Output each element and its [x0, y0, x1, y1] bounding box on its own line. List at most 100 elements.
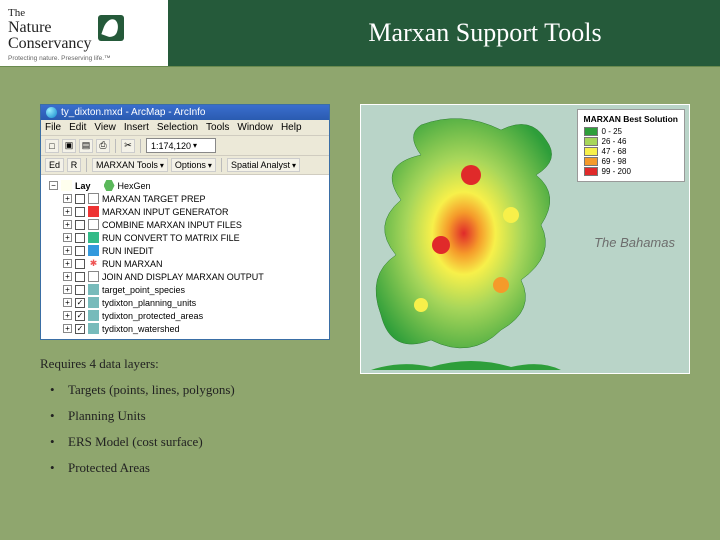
toc-tool-item[interactable]: + RUN CONVERT TO MATRIX FILE [43, 231, 327, 244]
marxan-tools-dropdown[interactable]: MARXAN Tools [92, 158, 168, 172]
toc-layer-item[interactable]: + target_point_species [43, 283, 327, 296]
req-item: Protected Areas [46, 460, 330, 476]
toc-item-label: JOIN AND DISPLAY MARXAN OUTPUT [102, 272, 264, 282]
plus-icon[interactable]: + [63, 311, 72, 320]
plus-icon[interactable]: + [63, 259, 72, 268]
minus-icon[interactable]: − [49, 181, 58, 190]
toc-tool-item[interactable]: +✱RUN MARXAN [43, 257, 327, 270]
cut-button[interactable]: ✂ [121, 139, 135, 153]
save-button[interactable]: ▤ [79, 139, 93, 153]
globe-icon [46, 107, 57, 118]
toc-layer-label: tydixton_watershed [102, 324, 180, 334]
checkbox[interactable] [75, 272, 85, 282]
open-button[interactable]: ▣ [62, 139, 76, 153]
checkbox[interactable] [75, 246, 85, 256]
legend-row: 0 - 25 [584, 127, 678, 136]
arcmap-window: ty_dixton.mxd - ArcMap - ArcInfo File Ed… [40, 104, 330, 340]
toc-layer-label: tydixton_protected_areas [102, 311, 203, 321]
checkbox[interactable] [75, 233, 85, 243]
layer-icon [88, 297, 99, 308]
plus-icon[interactable]: + [63, 324, 72, 333]
legend-swatch [584, 137, 598, 146]
legend-row: 69 - 98 [584, 157, 678, 166]
plus-icon[interactable]: + [63, 272, 72, 281]
arcmap-titlebar[interactable]: ty_dixton.mxd - ArcMap - ArcInfo [41, 105, 329, 120]
layers-icon [61, 180, 72, 191]
toc-layer-item[interactable]: + tydixton_protected_areas [43, 309, 327, 322]
toc-item-label: RUN CONVERT TO MATRIX FILE [102, 233, 240, 243]
legend-swatch [584, 147, 598, 156]
menu-edit[interactable]: Edit [69, 122, 86, 133]
toc-tool-item[interactable]: +MARXAN TARGET PREP [43, 192, 327, 205]
requirements-block: Requires 4 data layers: Targets (points,… [40, 356, 330, 476]
options-dropdown[interactable]: Options [171, 158, 216, 172]
menu-selection[interactable]: Selection [157, 122, 198, 133]
editor-button[interactable]: Ed [45, 158, 64, 172]
toc-tool-item[interactable]: + MARXAN INPUT GENERATOR [43, 205, 327, 218]
legend-range: 69 - 98 [602, 157, 627, 166]
checkbox[interactable] [75, 220, 85, 230]
plus-icon[interactable]: + [63, 298, 72, 307]
checkbox[interactable] [75, 298, 85, 308]
spatial-analyst-dropdown[interactable]: Spatial Analyst [227, 158, 300, 172]
doc-icon [88, 193, 99, 204]
checkbox[interactable] [75, 311, 85, 321]
hexgen-label[interactable]: HexGen [118, 181, 151, 191]
slide-header: The Nature Conservancy Protecting nature… [0, 0, 720, 66]
plus-icon[interactable]: + [63, 194, 72, 203]
scale-dropdown[interactable]: 1:174,120 [146, 138, 216, 153]
toc-tool-item[interactable]: + RUN INEDIT [43, 244, 327, 257]
plus-icon[interactable]: + [63, 207, 72, 216]
requirements-heading: Requires 4 data layers: [40, 356, 330, 372]
plus-icon[interactable]: + [63, 233, 72, 242]
toc-root-label: Lay [75, 181, 91, 191]
toc-layer-item[interactable]: + tydixton_watershed [43, 322, 327, 335]
print-button[interactable]: ⎙ [96, 139, 110, 153]
checkbox[interactable] [75, 194, 85, 204]
menu-window[interactable]: Window [237, 122, 273, 133]
checkbox[interactable] [75, 285, 85, 295]
legend-row: 47 - 68 [584, 147, 678, 156]
toc-tool-item[interactable]: + JOIN AND DISPLAY MARXAN OUTPUT [43, 270, 327, 283]
doc-icon [88, 219, 99, 230]
arcmap-window-title: ty_dixton.mxd - ArcMap - ArcInfo [61, 107, 206, 118]
toc-tool-item[interactable]: + COMBINE MARXAN INPUT FILES [43, 218, 327, 231]
toc-item-label: RUN INEDIT [102, 246, 154, 256]
toc-item-label: COMBINE MARXAN INPUT FILES [102, 220, 242, 230]
toc-layer-label: tydixton_planning_units [102, 298, 196, 308]
logo-word-nature: Nature [8, 19, 52, 36]
toolbar-separator [86, 158, 87, 172]
toc-layer-label: target_point_species [102, 285, 185, 295]
legend-range: 99 - 200 [602, 167, 631, 176]
arcmap-toc: − Lay HexGen +MARXAN TARGET PREP+MARXAN … [41, 175, 329, 339]
checkbox[interactable] [75, 259, 85, 269]
checkbox[interactable] [75, 324, 85, 334]
toolbar-separator [140, 139, 141, 153]
plus-icon[interactable]: + [63, 285, 72, 294]
layer-icon [88, 323, 99, 334]
blue-icon [88, 245, 99, 256]
logo-word-conservancy: Conservancy [8, 35, 92, 52]
arcmap-menubar: File Edit View Insert Selection Tools Wi… [41, 120, 329, 136]
map-label-bahamas: The Bahamas [594, 235, 675, 250]
layer-icon [88, 284, 99, 295]
menu-tools[interactable]: Tools [206, 122, 229, 133]
req-item: ERS Model (cost surface) [46, 434, 330, 450]
map-panel: MARXAN Best Solution 0 - 2526 - 4647 - 6… [360, 104, 690, 374]
r-button[interactable]: R [67, 158, 81, 172]
new-button[interactable]: □ [45, 139, 59, 153]
toc-item-label: MARXAN INPUT GENERATOR [102, 207, 229, 217]
plus-icon[interactable]: + [63, 220, 72, 229]
toc-layer-item[interactable]: + tydixton_planning_units [43, 296, 327, 309]
menu-view[interactable]: View [94, 122, 116, 133]
legend-swatch [584, 157, 598, 166]
checkbox[interactable] [75, 207, 85, 217]
menu-help[interactable]: Help [281, 122, 302, 133]
plus-icon[interactable]: + [63, 246, 72, 255]
menu-insert[interactable]: Insert [124, 122, 149, 133]
menu-file[interactable]: File [45, 122, 61, 133]
red-icon [88, 206, 99, 217]
toc-root[interactable]: − Lay HexGen [43, 179, 327, 192]
req-item: Planning Units [46, 408, 330, 424]
legend-title: MARXAN Best Solution [584, 114, 678, 124]
